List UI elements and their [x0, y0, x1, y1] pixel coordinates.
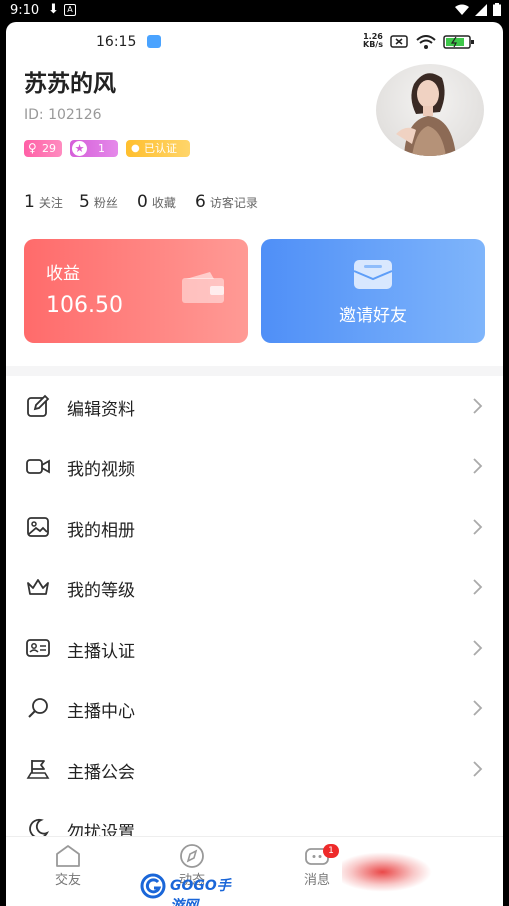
watermark-logo-icon: [140, 873, 166, 899]
wifi-icon: [416, 35, 436, 49]
section-divider: [6, 366, 503, 376]
menu-label: 我的等级: [67, 581, 135, 601]
stat-following-label: 关注: [38, 196, 63, 210]
stat-fans-number: 5: [79, 192, 90, 212]
watermark-text: GOGO手游网: [170, 878, 231, 906]
watermark: GOGO手游网: [140, 871, 242, 906]
crown-icon: [27, 579, 49, 595]
battery-icon: [493, 3, 501, 16]
invite-icon: [353, 260, 393, 289]
invite-label: 邀请好友: [339, 306, 407, 326]
menu-item-my-videos[interactable]: 我的视频: [6, 436, 503, 496]
wallet-icon: [182, 272, 224, 303]
home-icon: [56, 845, 80, 867]
female-icon: ♀: [28, 141, 37, 155]
compass-icon: [180, 844, 204, 868]
chevron-right-icon: [473, 761, 483, 777]
edit-icon: [27, 394, 50, 417]
system-time: 9:10: [10, 3, 40, 18]
avatar[interactable]: [376, 64, 484, 156]
menu-item-host-guild[interactable]: 主播公会: [6, 739, 503, 799]
earnings-label: 收益: [46, 264, 80, 284]
sim-icon: [390, 35, 408, 48]
wifi-icon: [454, 4, 469, 15]
menu-label: 主播公会: [67, 763, 135, 783]
menu-label: 主播认证: [67, 642, 135, 662]
stat-fans-label: 粉丝: [93, 196, 118, 210]
avatar-photo: [396, 73, 456, 156]
menu-label: 编辑资料: [67, 400, 135, 420]
menu-item-my-album[interactable]: 我的相册: [6, 497, 503, 557]
age-value: 29: [42, 142, 56, 155]
system-status-bar: 9:10 ⬇ A: [0, 0, 509, 22]
app-notification-icon: [147, 35, 161, 48]
menu-label: 我的相册: [67, 521, 135, 541]
battery-icon: [443, 35, 474, 49]
chevron-right-icon: [473, 519, 483, 535]
network-speed: 1.26 KB/s: [363, 33, 383, 49]
menu-label: 主播中心: [67, 702, 135, 722]
stat-favorites[interactable]: 0 收藏: [137, 192, 176, 212]
network-speed-unit: KB/s: [363, 40, 383, 49]
verified-badge: ● 已认证: [126, 140, 190, 157]
menu-label: 我的视频: [67, 460, 135, 480]
stat-favorites-label: 收藏: [151, 196, 176, 210]
level-badge: ★ 1: [70, 140, 118, 157]
notification-icon: A: [64, 4, 76, 16]
stat-visitors[interactable]: 6 访客记录: [195, 192, 258, 212]
stat-favorites-number: 0: [137, 192, 148, 212]
id-card-icon: [26, 639, 50, 657]
stat-following[interactable]: 1 关注: [24, 192, 63, 212]
album-icon: [27, 517, 49, 537]
stat-fans[interactable]: 5 粉丝: [79, 192, 118, 212]
download-icon: ⬇: [48, 2, 59, 17]
search-icon: [28, 698, 48, 718]
flag-icon: [26, 760, 50, 779]
chevron-right-icon: [473, 579, 483, 595]
gender-age-badge: ♀ 29: [24, 140, 62, 157]
chevron-right-icon: [473, 398, 483, 414]
verified-label: 已认证: [144, 142, 177, 155]
stat-following-number: 1: [24, 192, 35, 212]
chevron-right-icon: [473, 458, 483, 474]
profile-name: 苏苏的风: [24, 71, 116, 97]
earnings-card[interactable]: 收益 106.50: [24, 239, 248, 343]
profile-id: ID: 102126: [24, 107, 102, 123]
chevron-right-icon: [473, 640, 483, 656]
system-indicators: [454, 3, 501, 20]
stat-visitors-number: 6: [195, 192, 206, 212]
status-time: 16:15: [96, 34, 137, 50]
earnings-value: 106.50: [46, 293, 123, 318]
red-brush-mark: [342, 852, 432, 892]
invite-card[interactable]: 邀请好友: [261, 239, 485, 343]
menu-item-edit-profile[interactable]: 编辑资料: [6, 376, 503, 436]
menu-item-host-center[interactable]: 主播中心: [6, 678, 503, 738]
profile-stats: 1 关注 5 粉丝 0 收藏 6 访客记录: [24, 192, 503, 214]
chevron-right-icon: [473, 700, 483, 716]
video-icon: [26, 459, 50, 474]
app-screen: 16:15 1.26 KB/s 苏苏的风 ID: 102126 ♀ 29 ★ 1…: [6, 22, 503, 906]
signal-icon: [474, 4, 487, 16]
message-badge: 1: [323, 844, 339, 858]
star-icon: ★: [72, 141, 87, 156]
menu-item-my-level[interactable]: 我的等级: [6, 557, 503, 617]
level-value: 1: [98, 142, 105, 155]
menu-item-host-verification[interactable]: 主播认证: [6, 618, 503, 678]
tab-label: 交友: [54, 873, 81, 888]
user-icon: ●: [131, 143, 140, 154]
tab-friends[interactable]: 交友: [18, 837, 118, 906]
stat-visitors-label: 访客记录: [209, 196, 258, 210]
status-bar: 16:15 1.26 KB/s: [6, 32, 503, 52]
